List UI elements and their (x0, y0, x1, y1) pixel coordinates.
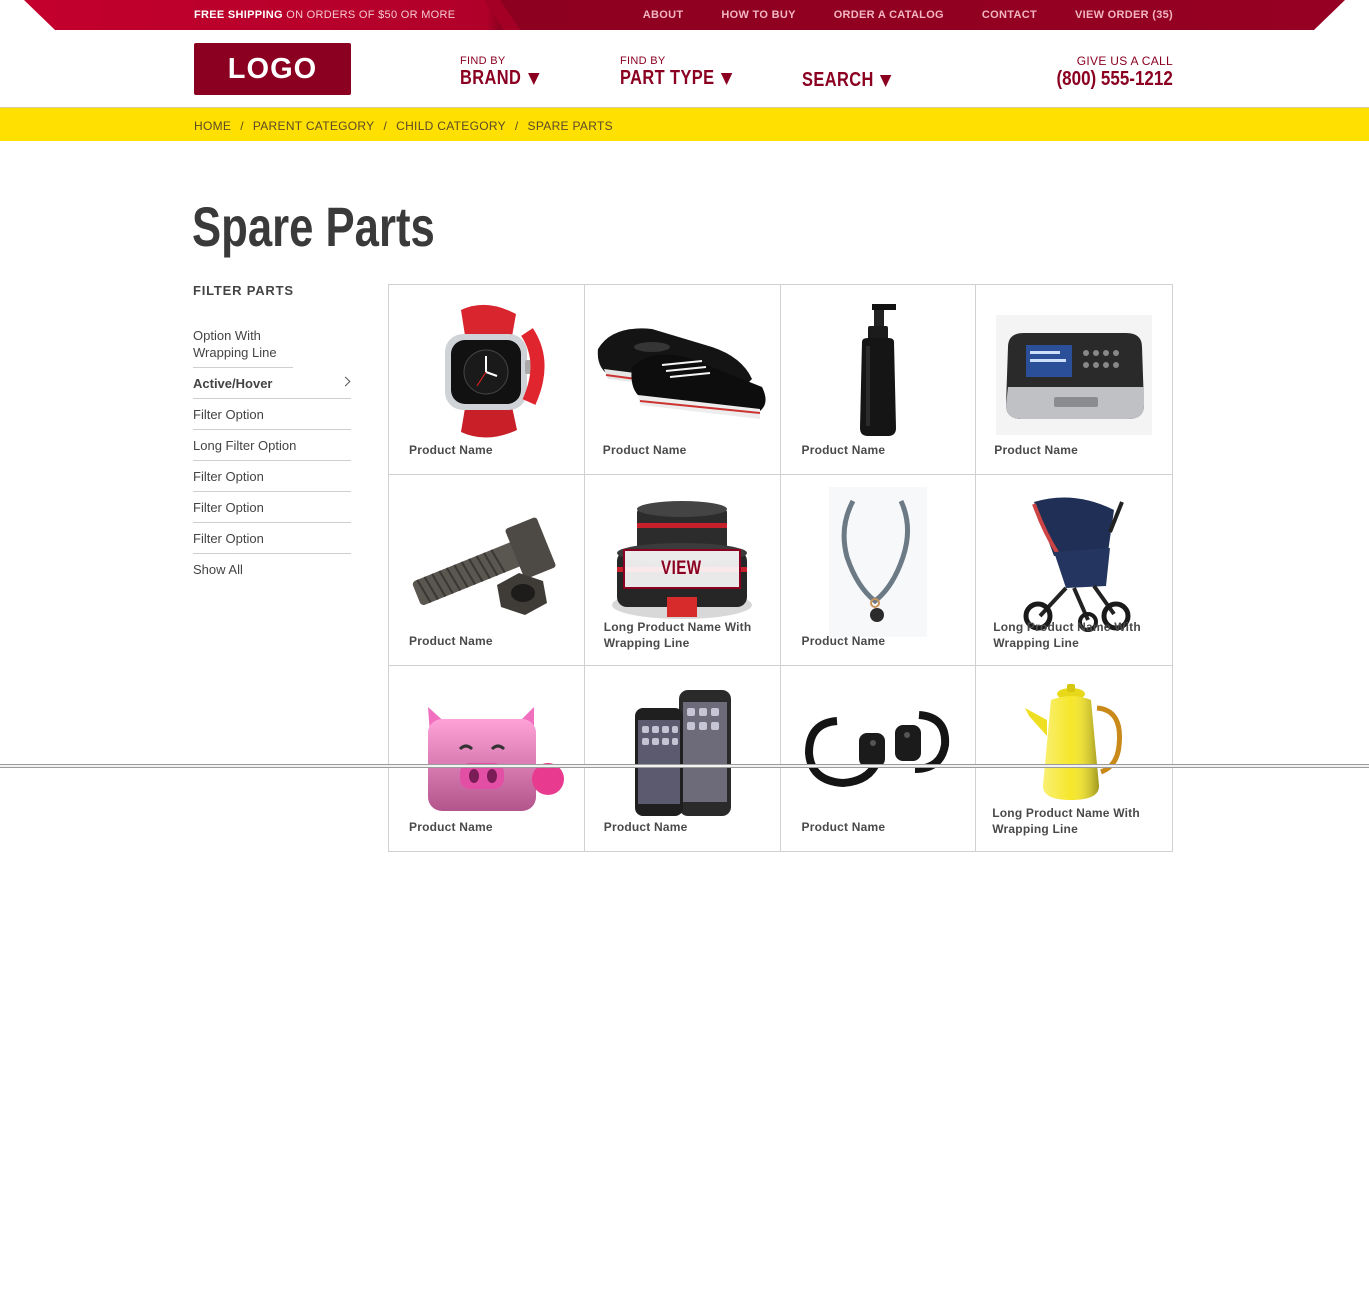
filter-list: Option With Wrapping Line Active/Hover F… (193, 322, 351, 584)
dropdown-arrow-icon (527, 72, 540, 85)
product-name[interactable]: Product Name (409, 819, 559, 835)
phone-contact: GIVE US A CALL (800) 555-1212 (1036, 54, 1173, 91)
filter-option[interactable]: Filter Option (193, 399, 351, 430)
product-name[interactable]: Long Product Name With Wrapping Line (993, 619, 1143, 651)
stroller-icon (976, 487, 1172, 637)
product-card[interactable]: Product Name (389, 666, 585, 851)
search-title: SEARCH (802, 69, 892, 92)
nav-how-to-buy[interactable]: HOW TO BUY (721, 9, 795, 21)
free-shipping-rest: ON ORDERS OF $50 OR MORE (282, 9, 456, 21)
product-name[interactable]: Product Name (409, 633, 559, 649)
device-icon (976, 297, 1172, 447)
breadcrumb-separator: / (383, 119, 388, 133)
view-button[interactable]: VIEW (622, 549, 741, 589)
product-name[interactable]: Product Name (994, 442, 1144, 458)
free-shipping-bold: FREE SHIPPING (194, 9, 283, 21)
necklace-icon (781, 487, 976, 637)
filter-option-active[interactable]: Active/Hover (193, 368, 351, 399)
product-card[interactable]: Product Name (781, 666, 977, 851)
product-name[interactable]: Long Product Name With Wrapping Line (604, 619, 754, 651)
product-card[interactable]: Long Product Name With Wrapping Line (976, 475, 1172, 666)
find-by-part-type-label: FIND BY (620, 55, 666, 67)
product-card[interactable]: Long Product Name With Wrapping Line (976, 666, 1172, 851)
breadcrumb-bar: HOME / PARENT CATEGORY / CHILD CATEGORY … (0, 108, 1369, 141)
product-card[interactable]: Product Name (976, 285, 1172, 475)
product-card[interactable]: Product Name (389, 475, 585, 666)
search-menu[interactable]: SEARCH (802, 69, 911, 92)
breadcrumb-separator: / (240, 119, 244, 133)
filter-option[interactable]: Filter Option (193, 461, 351, 492)
pump-bottle-icon (781, 297, 976, 447)
filter-option[interactable]: Filter Option (193, 523, 351, 554)
controllers-icon (781, 678, 976, 828)
product-name[interactable]: Product Name (603, 442, 753, 458)
breadcrumb-separator: / (514, 119, 519, 133)
filter-option-wrapping[interactable]: Option With Wrapping Line (193, 322, 293, 368)
find-by-part-type-title: PART TYPE (620, 67, 733, 90)
kettle-icon (976, 670, 1172, 820)
bolt-nut-icon (389, 487, 584, 637)
call-label: GIVE US A CALL (1076, 54, 1173, 68)
horizontal-rule (0, 764, 1369, 768)
nav-about[interactable]: ABOUT (643, 9, 684, 21)
breadcrumb: HOME / PARENT CATEGORY / CHILD CATEGORY … (194, 119, 613, 133)
nav-view-order[interactable]: VIEW ORDER (35) (1075, 9, 1173, 21)
site-logo[interactable]: LOGO (194, 43, 351, 95)
page-title: Spare Parts (192, 195, 435, 258)
nav-order-catalog[interactable]: ORDER A CATALOG (834, 9, 944, 21)
phone-number[interactable]: (800) 555-1212 (1057, 68, 1173, 91)
breadcrumb-child-category[interactable]: CHILD CATEGORY (396, 119, 506, 133)
find-by-part-type-menu[interactable]: FIND BY PART TYPE (620, 55, 757, 90)
filter-option-long[interactable]: Long Filter Option (193, 430, 351, 461)
find-by-brand-label: FIND BY (460, 55, 506, 67)
dropdown-arrow-icon (721, 72, 733, 85)
sneakers-icon (585, 297, 780, 447)
product-name[interactable]: Long Product Name With Wrapping Line (992, 805, 1142, 837)
product-name[interactable]: Product Name (802, 442, 952, 458)
utility-nav: ABOUT HOW TO BUY ORDER A CATALOG CONTACT… (643, 9, 1173, 21)
product-card[interactable]: Product Name (780, 475, 977, 666)
find-by-brand-title: BRAND (460, 67, 540, 90)
nav-contact[interactable]: CONTACT (982, 9, 1037, 21)
filter-option[interactable]: Filter Option (193, 492, 351, 523)
product-card[interactable]: Product Name (780, 285, 977, 475)
chevron-right-icon (340, 376, 351, 387)
top-banner: FREE SHIPPING ON ORDERS OF $50 OR MORE A… (0, 0, 1369, 30)
filter-heading: FILTER PARTS (193, 283, 294, 298)
breadcrumb-parent-category[interactable]: PARENT CATEGORY (253, 119, 375, 133)
product-name[interactable]: Product Name (604, 819, 754, 835)
product-card[interactable]: Product Name (585, 666, 781, 851)
product-name[interactable]: Product Name (802, 633, 952, 649)
phones-icon (585, 678, 780, 828)
breadcrumb-current: SPARE PARTS (527, 119, 613, 133)
product-name[interactable]: Product Name (409, 442, 559, 458)
breadcrumb-home[interactable]: HOME (194, 119, 231, 133)
pig-toy-icon (389, 684, 584, 834)
dropdown-arrow-icon (880, 74, 892, 87)
free-shipping-text: FREE SHIPPING ON ORDERS OF $50 OR MORE (194, 9, 455, 21)
find-by-brand-menu[interactable]: FIND BY BRAND (460, 55, 557, 90)
product-card[interactable]: Product Name (584, 285, 781, 475)
watch-icon (389, 297, 584, 447)
filter-show-all[interactable]: Show All (193, 554, 351, 584)
product-name[interactable]: Product Name (802, 819, 952, 835)
product-card-hover[interactable]: VIEW Long Product Name With Wrapping Lin… (584, 475, 781, 666)
product-card[interactable]: Product Name (389, 285, 585, 475)
